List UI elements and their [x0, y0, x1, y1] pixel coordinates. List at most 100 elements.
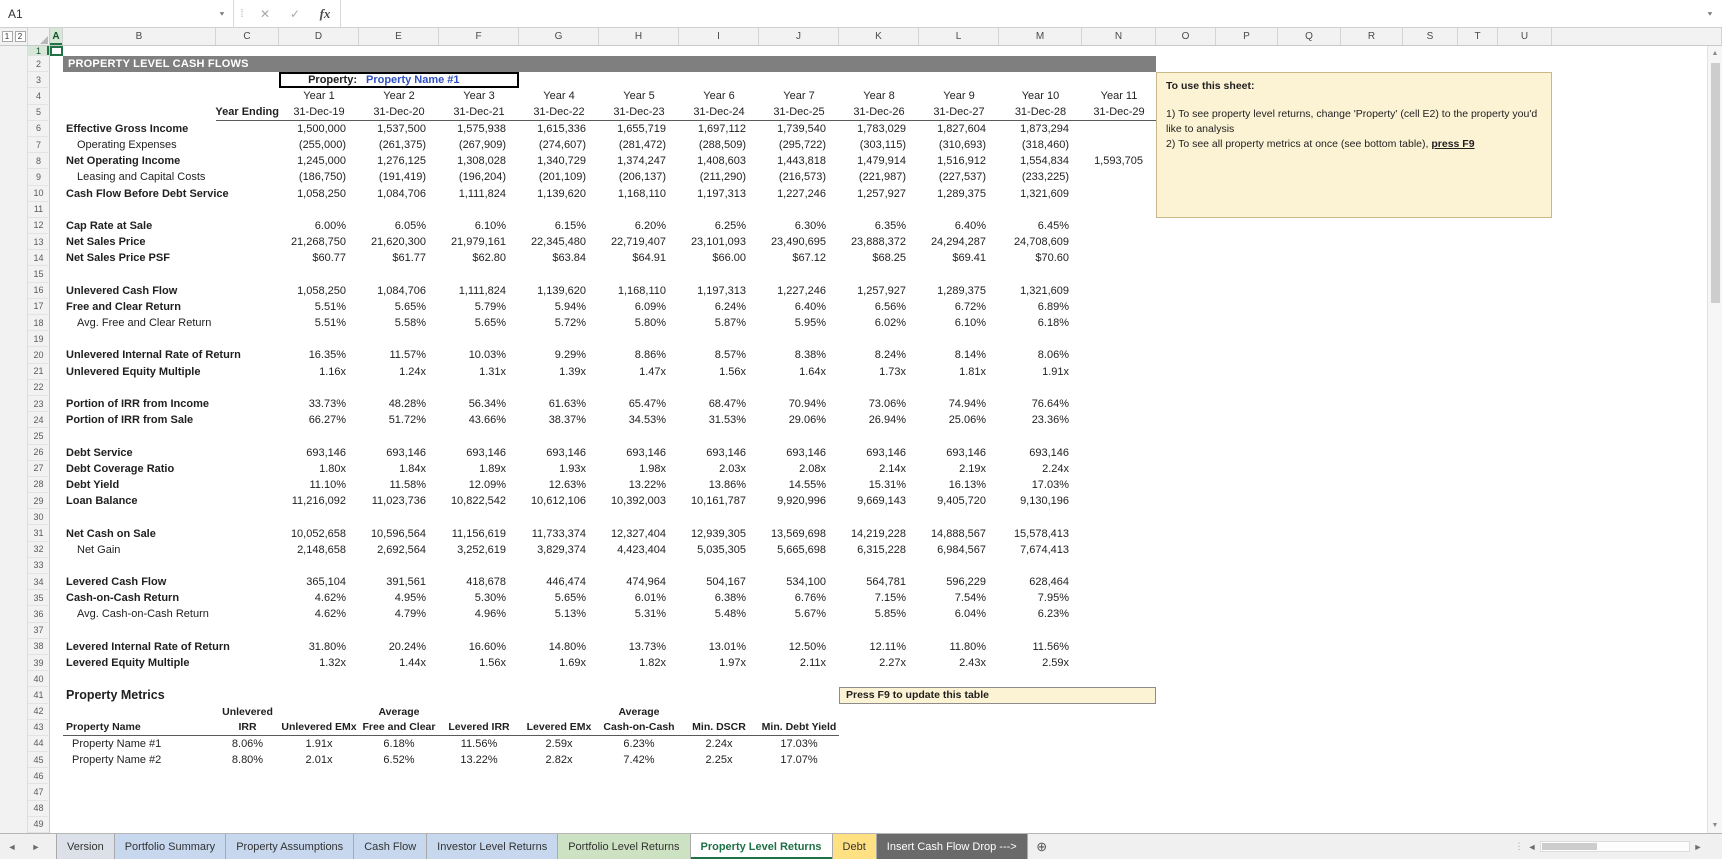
sheet-tab-portfolio-level-returns[interactable]: Portfolio Level Returns	[558, 834, 691, 859]
cell-value[interactable]: 5.48%	[679, 606, 759, 622]
select-all-corner[interactable]	[28, 28, 50, 45]
formula-bar-handle-icon[interactable]	[234, 0, 250, 27]
cell-value[interactable]: 4.79%	[359, 606, 439, 622]
cell-value[interactable]: 3,252,619	[439, 542, 519, 558]
cell-value[interactable]: 5.67%	[759, 606, 839, 622]
column-header-T[interactable]: T	[1458, 28, 1498, 45]
cell-value[interactable]: 31.80%	[279, 639, 359, 655]
cell-value[interactable]: 4.96%	[439, 606, 519, 622]
row-header-34[interactable]: 34	[28, 574, 50, 591]
column-header-S[interactable]: S	[1403, 28, 1458, 45]
cell-value[interactable]: 6.10%	[439, 218, 519, 234]
cell-value[interactable]: 2,148,658	[279, 542, 359, 558]
cell-value[interactable]: 34.53%	[599, 412, 679, 428]
column-header-L[interactable]: L	[919, 28, 999, 45]
cell-value[interactable]: 12,939,305	[679, 525, 759, 541]
cell-value[interactable]: 16.13%	[919, 477, 999, 493]
cell-value[interactable]: 2.43x	[919, 655, 999, 671]
metrics-value[interactable]: 8.80%	[216, 752, 279, 768]
cell-value[interactable]: $63.84	[519, 250, 599, 266]
row-header-28[interactable]: 28	[28, 476, 50, 494]
cell-value[interactable]: 693,146	[279, 445, 359, 461]
column-header-I[interactable]: I	[679, 28, 759, 45]
cell-value[interactable]: 2.14x	[839, 461, 919, 477]
row-header-3[interactable]: 3	[28, 72, 50, 89]
cell-value[interactable]: 5.79%	[439, 299, 519, 315]
row-header-17[interactable]: 17	[28, 298, 50, 315]
row-header-5[interactable]: 5	[28, 104, 50, 121]
cell-value[interactable]: 14.55%	[759, 477, 839, 493]
cell-value[interactable]: 1,697,112	[679, 121, 759, 137]
metrics-value[interactable]: 17.03%	[759, 736, 839, 752]
tab-splitter-icon[interactable]	[1514, 841, 1524, 852]
row-header-27[interactable]: 27	[28, 460, 50, 477]
cell-value[interactable]: 17.03%	[999, 477, 1082, 493]
row-header-19[interactable]: 19	[28, 331, 50, 348]
cell-value[interactable]: 5.58%	[359, 315, 439, 331]
cell-value[interactable]: (318,460)	[999, 137, 1082, 153]
column-header-R[interactable]: R	[1341, 28, 1403, 45]
name-box-dropdown-icon[interactable]	[211, 0, 233, 27]
cell-value[interactable]: 5,665,698	[759, 542, 839, 558]
cell-value[interactable]: 1.81x	[919, 364, 999, 380]
cell-value[interactable]: 6.00%	[279, 218, 359, 234]
cell-value[interactable]: 6.23%	[999, 606, 1082, 622]
cell-value[interactable]: 1,655,719	[599, 121, 679, 137]
cell-value[interactable]: 5,035,305	[679, 542, 759, 558]
cell-value[interactable]: $67.12	[759, 250, 839, 266]
row-header-45[interactable]: 45	[28, 752, 50, 769]
cell-value[interactable]: 11,023,736	[359, 493, 439, 509]
cell-value[interactable]: 23,101,093	[679, 234, 759, 250]
cell-value[interactable]: (227,537)	[919, 169, 999, 185]
cancel-icon[interactable]: ✕	[250, 0, 280, 27]
row-header-14[interactable]: 14	[28, 250, 50, 267]
cell-value[interactable]: 2.24x	[999, 461, 1082, 477]
cell-value[interactable]: 1,537,500	[359, 121, 439, 137]
cell-value[interactable]: 1,245,000	[279, 153, 359, 169]
cell-value[interactable]: (310,693)	[919, 137, 999, 153]
cell-value[interactable]: 534,100	[759, 574, 839, 590]
cell-value[interactable]: 1,615,336	[519, 121, 599, 137]
metrics-value[interactable]: 6.52%	[359, 752, 439, 768]
cell-value[interactable]: 1.39x	[519, 364, 599, 380]
cell-value[interactable]: 6.35%	[839, 218, 919, 234]
formula-bar-expand-icon[interactable]	[1698, 0, 1722, 27]
cell-value[interactable]: 693,146	[519, 445, 599, 461]
cell-value[interactable]: 1,516,912	[919, 153, 999, 169]
row-header-41[interactable]: 41	[28, 687, 50, 704]
row-header-23[interactable]: 23	[28, 395, 50, 413]
cell-value[interactable]: $62.80	[439, 250, 519, 266]
sheet-tab-debt[interactable]: Debt	[832, 834, 877, 859]
column-header-M[interactable]: M	[999, 28, 1082, 45]
cell-value[interactable]: (295,722)	[759, 137, 839, 153]
property-selector-box[interactable]: Property: Property Name #1	[279, 72, 519, 89]
cell-value[interactable]: 391,561	[359, 574, 439, 590]
row-header-39[interactable]: 39	[28, 654, 50, 672]
cell-value[interactable]: 11.58%	[359, 477, 439, 493]
cell-value[interactable]: 693,146	[759, 445, 839, 461]
cell-value[interactable]: (221,987)	[839, 169, 919, 185]
column-header-U[interactable]: U	[1498, 28, 1552, 45]
cell-value[interactable]: 1.80x	[279, 461, 359, 477]
cell-value[interactable]: $66.00	[679, 250, 759, 266]
metrics-value[interactable]: 8.06%	[216, 736, 279, 752]
cell-value[interactable]: 1,084,706	[359, 186, 439, 202]
cell-value[interactable]: 6.72%	[919, 299, 999, 315]
cell-value[interactable]: 11,733,374	[519, 525, 599, 541]
cell-value[interactable]: 693,146	[439, 445, 519, 461]
cell-value[interactable]: 5.80%	[599, 315, 679, 331]
cell-value[interactable]: 474,964	[599, 574, 679, 590]
cell-value[interactable]: 6.15%	[519, 218, 599, 234]
cell-value[interactable]: 6.45%	[999, 218, 1082, 234]
metrics-value[interactable]: 1.91x	[279, 736, 359, 752]
cell-value[interactable]: 2.11x	[759, 655, 839, 671]
cell-value[interactable]: 1,593,705	[1082, 153, 1156, 169]
cell-value[interactable]: 1,479,914	[839, 153, 919, 169]
cell-value[interactable]: 9,405,720	[919, 493, 999, 509]
column-header-C[interactable]: C	[216, 28, 279, 45]
row-header-22[interactable]: 22	[28, 379, 50, 396]
cell-value[interactable]: (186,750)	[279, 169, 359, 185]
cell-value[interactable]: 6.40%	[759, 299, 839, 315]
cell-value[interactable]: 21,620,300	[359, 234, 439, 250]
row-header-31[interactable]: 31	[28, 525, 50, 542]
